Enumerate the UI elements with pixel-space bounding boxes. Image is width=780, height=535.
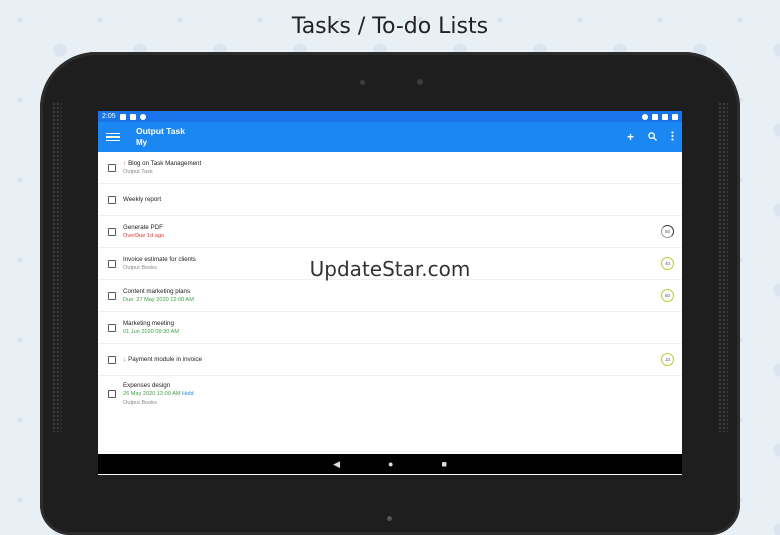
task-title: Marketing meeting bbox=[123, 319, 174, 327]
task-title: Weekly report bbox=[123, 196, 162, 203]
notification-icon bbox=[129, 113, 136, 120]
task-checkbox[interactable] bbox=[108, 355, 116, 364]
task-row[interactable]: Weekly report bbox=[98, 184, 682, 216]
task-title: Content marketing plans bbox=[123, 287, 191, 295]
task-list: ↑ Blog on Task Management Output Task We… bbox=[98, 152, 682, 412]
page-headline: Tasks / To-do Lists bbox=[291, 14, 489, 39]
task-row[interactable]: ↑ Blog on Task Management Output Task bbox=[98, 152, 682, 184]
status-time: 2:05 bbox=[102, 113, 116, 120]
home-icon[interactable]: ● bbox=[388, 459, 393, 469]
hamburger-menu-icon[interactable] bbox=[106, 132, 120, 142]
task-row[interactable]: Content marketing plans Due: 27 May 2020… bbox=[98, 280, 682, 312]
signal-icon bbox=[662, 113, 668, 120]
app-bar: Output Task My + bbox=[98, 122, 682, 152]
task-status: Hold bbox=[182, 390, 194, 397]
app-subtitle[interactable]: My bbox=[136, 137, 185, 148]
task-title: Blog on Task Management bbox=[128, 159, 202, 167]
task-due: OverDue 1d ago bbox=[123, 232, 165, 239]
app-title: Output Task bbox=[136, 126, 185, 136]
task-project: Output Task bbox=[123, 168, 153, 175]
task-checkbox[interactable] bbox=[108, 227, 116, 236]
task-checkbox[interactable] bbox=[108, 323, 116, 332]
progress-badge: 50 bbox=[661, 225, 674, 238]
progress-badge: 10 bbox=[661, 353, 674, 366]
battery-icon bbox=[672, 113, 678, 120]
location-icon bbox=[642, 113, 648, 120]
home-dot bbox=[387, 516, 392, 521]
task-row[interactable]: Generate PDF OverDue 1d ago 50 bbox=[98, 216, 682, 248]
front-camera bbox=[417, 79, 423, 85]
task-due: Due: 27 May 2020 12:00 AM bbox=[123, 296, 194, 303]
notification-icon bbox=[119, 113, 126, 120]
system-nav-bar: ◀ ● ■ bbox=[98, 454, 682, 474]
status-bar: 2:05 bbox=[98, 111, 682, 122]
task-row[interactable]: Expenses design 26 May 2020 12:00 AM Hol… bbox=[98, 376, 682, 412]
task-checkbox[interactable] bbox=[108, 195, 116, 204]
task-row[interactable]: Marketing meeting 01 Jun 2020 09:30 AM bbox=[98, 312, 682, 344]
watermark: UpdateStar.com bbox=[309, 257, 471, 281]
task-title: Payment module in invoice bbox=[128, 356, 203, 363]
wifi-icon bbox=[652, 113, 658, 120]
progress-badge: 50 bbox=[661, 289, 674, 302]
task-checkbox[interactable] bbox=[108, 390, 116, 398]
more-vert-icon[interactable] bbox=[671, 130, 674, 144]
task-title: Expenses design bbox=[123, 381, 171, 389]
plus-icon[interactable]: + bbox=[627, 130, 634, 144]
task-due: 26 May 2020 12:00 AM bbox=[123, 390, 181, 397]
task-row[interactable]: ↓ Payment module in invoice 10 bbox=[98, 344, 682, 376]
app-screen: 2:05 Output Task My + ↑ Blog on Task Man… bbox=[98, 111, 682, 475]
task-project: Output Books bbox=[123, 399, 157, 406]
sync-icon bbox=[139, 113, 146, 120]
task-title: Generate PDF bbox=[123, 223, 163, 231]
recents-icon[interactable]: ■ bbox=[441, 459, 446, 469]
task-checkbox[interactable] bbox=[108, 291, 116, 300]
front-sensor bbox=[360, 80, 365, 85]
search-icon[interactable] bbox=[648, 130, 658, 144]
task-due: 01 Jun 2020 09:30 AM bbox=[123, 328, 179, 335]
task-checkbox[interactable] bbox=[108, 163, 116, 172]
back-icon[interactable]: ◀ bbox=[333, 459, 340, 470]
